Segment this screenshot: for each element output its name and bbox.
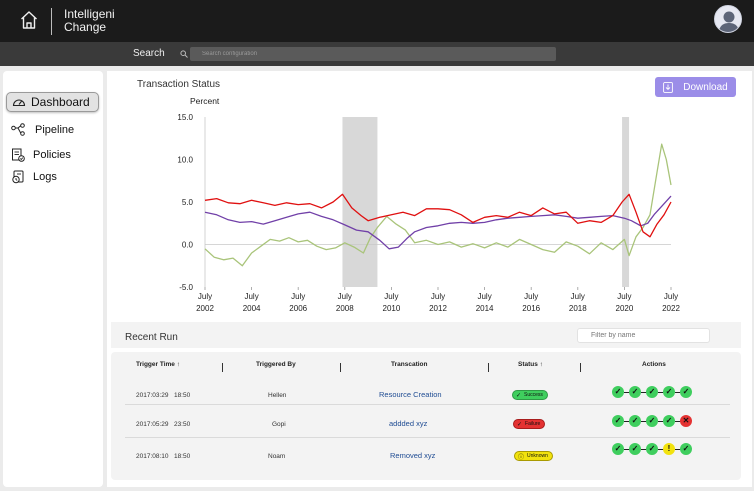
status-badge: ✓ Failure bbox=[513, 419, 546, 429]
x-tick-label-month: July bbox=[524, 292, 538, 301]
trigger-time-cell: 2017:03:29 18:50 bbox=[136, 392, 191, 399]
step-success-icon[interactable]: ✓ bbox=[646, 386, 658, 398]
x-tick-label-year: 2018 bbox=[569, 304, 587, 313]
column-header-actions: Actions bbox=[642, 361, 666, 368]
triggered-by-cell: Hellen bbox=[268, 392, 287, 399]
step-success-icon[interactable]: ✓ bbox=[629, 443, 641, 455]
x-tick-label-year: 2006 bbox=[289, 304, 307, 313]
status-label: Success bbox=[524, 392, 543, 398]
y-tick-label: 10.0 bbox=[177, 156, 193, 165]
info-icon: ⓘ bbox=[518, 454, 525, 461]
y-tick-label: -5.0 bbox=[179, 283, 193, 292]
action-steps: ✓ ✓ ✓ ✓ ✕ bbox=[612, 415, 696, 427]
x-tick-label-year: 2020 bbox=[616, 304, 634, 313]
x-tick-label-year: 2022 bbox=[662, 304, 680, 313]
x-tick-label-month: July bbox=[617, 292, 631, 301]
transaction-status-chart: Percent 15.0 10.0 5.0 0.0 -5.0 July 2002 July 200… bbox=[177, 96, 680, 313]
recent-run-title: Recent Run bbox=[125, 332, 178, 343]
x-tick-label-month: July bbox=[477, 292, 491, 301]
row-divider bbox=[125, 404, 730, 405]
step-success-icon[interactable]: ✓ bbox=[612, 443, 624, 455]
column-header-trigger-time[interactable]: Trigger Time ↑ bbox=[136, 361, 180, 368]
row-divider bbox=[125, 437, 730, 438]
step-unknown-icon[interactable]: ! bbox=[663, 443, 675, 455]
x-tick-label-month: July bbox=[571, 292, 585, 301]
action-steps: ✓ ✓ ✓! ✓ bbox=[612, 443, 696, 455]
trigger-time-cell: 2017:08:10 18:50 bbox=[136, 453, 191, 460]
step-success-icon[interactable]: ✓ bbox=[646, 443, 658, 455]
transaction-link[interactable]: addded xyz bbox=[389, 419, 427, 428]
x-tick-label-year: 2016 bbox=[522, 304, 540, 313]
x-tick-label-year: 2008 bbox=[336, 304, 354, 313]
triggered-by-cell: Gopi bbox=[272, 421, 286, 428]
filter-by-name-input[interactable] bbox=[577, 328, 710, 343]
y-tick-label: 5.0 bbox=[182, 198, 194, 207]
column-divider bbox=[488, 363, 489, 372]
action-steps: ✓ ✓ ✓ ✓ ✓ bbox=[612, 386, 696, 398]
step-success-icon[interactable]: ✓ bbox=[680, 443, 692, 455]
step-success-icon[interactable]: ✓ bbox=[629, 415, 641, 427]
x-tick-label-month: July bbox=[198, 292, 212, 301]
x-tick-label-year: 2010 bbox=[383, 304, 401, 313]
step-success-icon[interactable]: ✓ bbox=[646, 415, 658, 427]
step-success-icon[interactable]: ✓ bbox=[663, 386, 675, 398]
triggered-by-cell: Noam bbox=[268, 453, 286, 460]
step-success-icon[interactable]: ✓ bbox=[612, 415, 624, 427]
column-header-triggered-by: Triggered By bbox=[256, 361, 296, 368]
status-badge: ✓ Success bbox=[512, 390, 548, 400]
status-badge: ⓘ Unknown bbox=[514, 451, 553, 461]
x-tick-label-year: 2012 bbox=[429, 304, 447, 313]
status-label: Failure bbox=[525, 421, 541, 427]
step-success-icon[interactable]: ✓ bbox=[612, 386, 624, 398]
series-line bbox=[204, 193, 672, 238]
x-tick-label-month: July bbox=[664, 292, 678, 301]
column-divider bbox=[340, 363, 341, 372]
shaded-period bbox=[622, 117, 630, 287]
y-tick-label: 15.0 bbox=[177, 113, 193, 122]
column-divider bbox=[580, 363, 581, 372]
status-label: Unknown bbox=[527, 453, 548, 459]
x-tick-label-year: 2014 bbox=[476, 304, 494, 313]
x-tick-label-month: July bbox=[338, 292, 352, 301]
x-tick-label-month: July bbox=[384, 292, 398, 301]
x-tick-label-year: 2004 bbox=[243, 304, 261, 313]
x-tick-label-month: July bbox=[244, 292, 258, 301]
trigger-time-cell: 2017:05:29 23:50 bbox=[136, 421, 191, 428]
transaction-link[interactable]: Resource Creation bbox=[379, 390, 442, 399]
column-header-transaction: Transcation bbox=[391, 361, 428, 368]
step-success-icon[interactable]: ✓ bbox=[680, 386, 692, 398]
check-icon: ✓ bbox=[516, 392, 522, 399]
check-icon: ✓ bbox=[517, 421, 523, 428]
column-divider bbox=[222, 363, 223, 372]
step-success-icon[interactable]: ✓ bbox=[663, 415, 675, 427]
x-tick-label-year: 2002 bbox=[196, 304, 214, 313]
x-tick-label-month: July bbox=[291, 292, 305, 301]
y-tick-label: 0.0 bbox=[182, 241, 194, 250]
transaction-link[interactable]: Removed xyz bbox=[390, 451, 435, 460]
step-success-icon[interactable]: ✓ bbox=[629, 386, 641, 398]
step-failure-icon[interactable]: ✕ bbox=[680, 415, 692, 427]
y-axis-label: Percent bbox=[190, 96, 220, 106]
x-tick-label-month: July bbox=[431, 292, 445, 301]
column-header-status[interactable]: Status ↑ bbox=[518, 361, 543, 368]
